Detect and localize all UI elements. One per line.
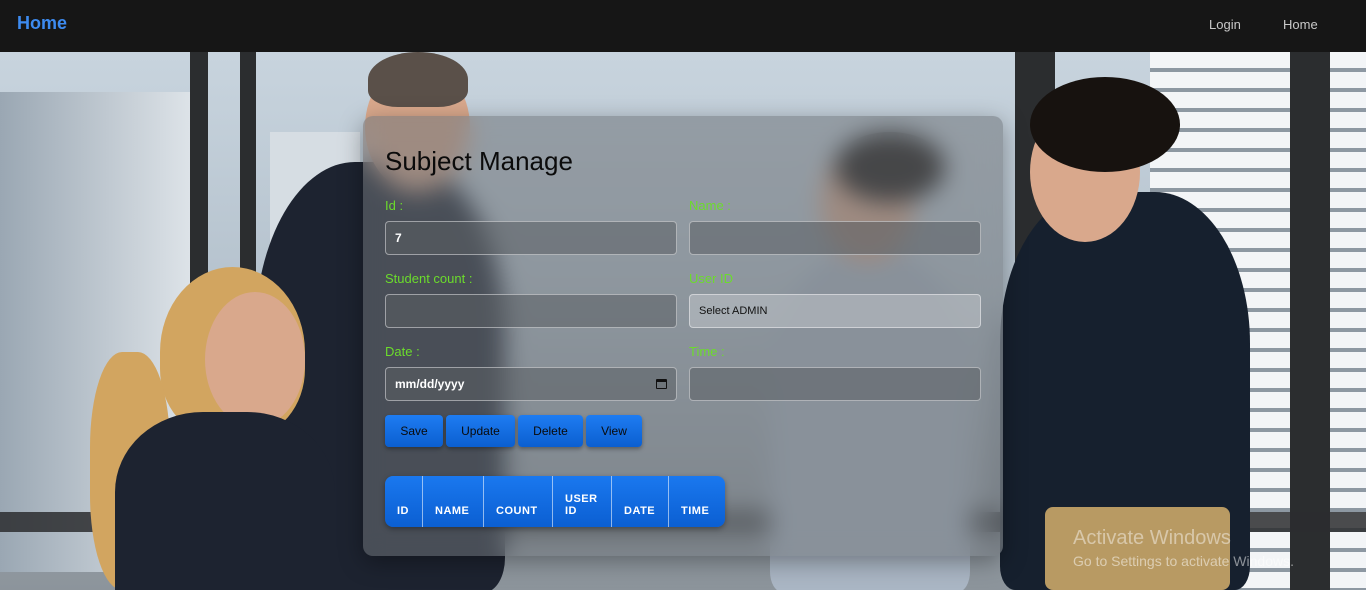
- date-field[interactable]: mm/dd/yyyy: [385, 367, 677, 401]
- column-header-id: ID: [385, 476, 423, 527]
- student-count-field[interactable]: [385, 294, 677, 328]
- page-title: Subject Manage: [385, 146, 573, 176]
- delete-button[interactable]: Delete: [518, 415, 583, 447]
- id-label: Id :: [385, 198, 404, 213]
- brand-home-link[interactable]: Home: [17, 13, 67, 34]
- calendar-icon[interactable]: [656, 379, 667, 389]
- id-field[interactable]: 7: [385, 221, 677, 255]
- date-value: mm/dd/yyyy: [395, 377, 465, 391]
- nav-home-link[interactable]: Home: [1283, 17, 1318, 32]
- windows-watermark-subtitle: Go to Settings to activate Windows.: [1073, 553, 1294, 569]
- subject-manage-panel: Subject Manage Id : 7 Name : Student cou…: [363, 116, 1003, 556]
- student-count-label: Student count :: [385, 271, 473, 286]
- nav-login-link[interactable]: Login: [1209, 17, 1241, 32]
- column-header-count: COUNT: [484, 476, 553, 527]
- name-label: Name :: [689, 198, 731, 213]
- view-button[interactable]: View: [586, 415, 642, 447]
- top-navbar: Home Login Home: [0, 0, 1366, 52]
- subject-table-header: ID NAME COUNT USER ID DATE TIME: [385, 476, 725, 527]
- column-header-date: DATE: [612, 476, 669, 527]
- column-header-name: NAME: [423, 476, 484, 527]
- save-button[interactable]: Save: [385, 415, 443, 447]
- column-header-time: TIME: [681, 505, 710, 517]
- user-id-select[interactable]: Select ADMIN: [689, 294, 981, 328]
- date-label: Date :: [385, 344, 420, 359]
- column-header-user-id: USER ID: [553, 476, 612, 527]
- windows-watermark-title: Activate Windows: [1073, 527, 1231, 549]
- time-label: Time :: [689, 344, 725, 359]
- name-field[interactable]: [689, 221, 981, 255]
- time-field[interactable]: [689, 367, 981, 401]
- update-button[interactable]: Update: [446, 415, 515, 447]
- user-id-label: User ID: [689, 271, 734, 286]
